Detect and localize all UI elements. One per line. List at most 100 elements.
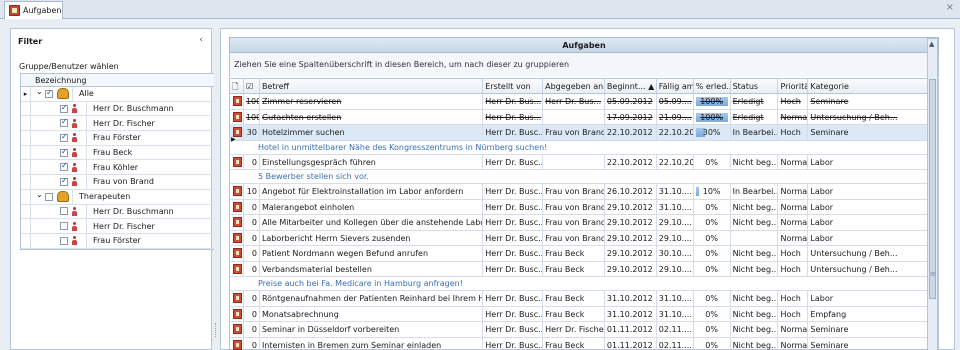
user-icon [72, 104, 77, 114]
task-type-cell [230, 337, 244, 350]
percent-cell: 0% [694, 199, 731, 214]
column-header[interactable]: Kategorie [808, 79, 939, 93]
start-date-cell: 05.09.2012 [605, 94, 657, 109]
filter-group[interactable]: ▸ ⌄ Alle [21, 87, 214, 102]
column-header[interactable]: ☑ [244, 79, 260, 93]
column-header[interactable]: 🗋 [230, 79, 244, 93]
percent-cell: 0% [694, 215, 731, 230]
start-date-cell: 26.10.2012 [605, 184, 657, 199]
percent-text: 100% [700, 112, 724, 122]
filter-checkbox[interactable] [60, 117, 68, 128]
filter-user[interactable]: Frau Köhler [21, 160, 214, 176]
table-row[interactable]: 100 Zimmer reservieren Herr Dr. Bus... Herr… [230, 94, 938, 110]
percent-text: 0% [705, 340, 718, 350]
percent-cell: 0% [694, 306, 731, 321]
row-indicator [21, 145, 31, 160]
filter-checkbox[interactable] [60, 132, 68, 142]
table-row[interactable]: 0 Alle Mitarbeiter und Kollegen über die … [230, 215, 938, 231]
table-row[interactable]: 0 Verbandsmaterial bestellen Herr Dr. Busc… [230, 261, 938, 277]
filter-checkbox[interactable] [45, 88, 53, 98]
filter-checkbox[interactable] [60, 176, 68, 186]
subject-cell: Angebot für Elektroinstallation im Labor… [260, 184, 484, 199]
tab-aufgaben[interactable]: Aufgaben [4, 1, 63, 19]
collapse-icon[interactable]: ‹ [199, 35, 203, 45]
due-date-cell: 22.10.2012 [657, 154, 694, 169]
task-icon [233, 308, 242, 319]
progress-number-cell: 0 [244, 322, 260, 337]
filter-item-label: Herr Dr. Fischer [86, 116, 155, 131]
filter-subtitle: Gruppe/Benutzer wählen [19, 62, 119, 71]
table-row[interactable]: 0 Monatsabrechnung Herr Dr. Busc... Frau Be… [230, 306, 938, 322]
vertical-scrollbar[interactable]: ▲ [927, 38, 938, 350]
close-icon[interactable]: × [946, 2, 954, 13]
filter-group[interactable]: ⌄ Therapeuten [21, 189, 214, 205]
filter-user[interactable]: Herr Dr. Buschmann [21, 204, 214, 220]
filter-user[interactable]: Frau Beck [21, 145, 214, 161]
expand-icon[interactable]: ⌄ [36, 190, 45, 199]
group-by-area[interactable]: Ziehen Sie eine Spaltenüberschrift in di… [229, 53, 939, 77]
created-by-cell: Herr Dr. Bus... [483, 94, 544, 109]
filter-item-label: Frau von Brand [86, 175, 154, 189]
filter-user[interactable]: Herr Dr. Buschmann [21, 101, 214, 117]
scroll-thumb[interactable] [929, 79, 936, 299]
filter-user[interactable]: Herr Dr. Fischer [21, 116, 214, 132]
table-row[interactable]: 0 Patient Nordmann wegen Befund anrufen He… [230, 246, 938, 262]
filter-checkbox[interactable] [60, 236, 68, 245]
user-icon [72, 221, 77, 231]
priority-cell: Normal [778, 109, 809, 124]
filter-user[interactable]: Frau von Brand [21, 175, 214, 190]
table-row[interactable]: 100 Gutachten erstellen Herr Dr. Bus... 17.… [230, 109, 938, 125]
splitter-handle[interactable] [215, 323, 217, 337]
status-cell: Nicht beg... [731, 291, 779, 306]
filter-checkbox[interactable] [45, 192, 53, 201]
category-cell: Untersuchung / Beh... [808, 246, 938, 261]
tab-label: Aufgaben [23, 6, 62, 15]
filter-checkbox[interactable] [60, 103, 68, 113]
filter-user[interactable]: Herr Dr. Fischer [21, 219, 214, 234]
column-header[interactable]: Status [731, 79, 779, 93]
column-header[interactable]: Priorität [778, 79, 809, 93]
column-header[interactable]: Erstellt von [483, 79, 544, 93]
filter-checkbox[interactable] [60, 161, 68, 172]
table-row[interactable]: 30 Hotelzimmer suchen Herr Dr. Busc... Frau… [230, 125, 938, 141]
task-icon [233, 201, 242, 212]
expand-icon[interactable]: ⌄ [36, 87, 45, 96]
task-type-cell [230, 184, 244, 199]
filter-column-header[interactable]: Bezeichnung [21, 74, 214, 87]
percent-text: 0% [705, 325, 718, 334]
filter-item-label: Frau Förster [86, 233, 141, 248]
percent-text: 0% [705, 294, 718, 303]
filter-checkbox[interactable] [60, 207, 68, 216]
column-header[interactable]: Fällig am [657, 79, 694, 93]
progress-number-cell: 0 [244, 291, 260, 306]
table-row[interactable]: 0 Malerangebot einholen Herr Dr. Busc... Fr… [230, 199, 938, 215]
start-date-cell: 22.10.2012 [605, 154, 657, 169]
filter-user[interactable]: Frau Förster [21, 131, 214, 146]
percent-cell: 100% [694, 94, 731, 109]
subject-cell: Einstellungsgespräch führen [260, 154, 484, 169]
scroll-up-icon[interactable]: ▲ [929, 40, 934, 48]
subject-cell: Monatsabrechnung [260, 306, 484, 321]
table-row[interactable]: 10 Angebot für Elektroinstallation im Lab… [230, 184, 938, 200]
column-header[interactable]: % erled... [694, 79, 731, 93]
column-header[interactable]: Betreff [260, 79, 484, 93]
table-row[interactable]: 0 Laborbericht Herrn Sievers zusenden Herr… [230, 230, 938, 246]
filter-checkbox[interactable] [60, 222, 68, 231]
filter-item-label: Frau Förster [86, 131, 141, 145]
table-row[interactable]: 0 Einstellungsgespräch führen Herr Dr. Bus… [230, 154, 938, 170]
task-icon [233, 111, 242, 122]
filter-checkbox[interactable] [60, 147, 68, 157]
column-header[interactable]: Beginnt... ▲ [605, 79, 657, 93]
due-date-cell: 31.10.... [657, 291, 694, 306]
percent-text: 0% [705, 157, 718, 167]
created-by-cell: Herr Dr. Busc... [483, 246, 544, 261]
table-row[interactable]: 0 Internisten in Bremen zum Seminar einla… [230, 337, 938, 350]
start-date-cell: 31.10.2012 [605, 291, 657, 306]
splitter-grip-icon[interactable]: ≡ [930, 270, 936, 278]
filter-user[interactable]: Frau Förster [21, 233, 214, 249]
column-header[interactable]: Abgegeben an [543, 79, 605, 93]
table-row[interactable]: 0 Röntgenaufnahmen der Patienten Reinhard… [230, 291, 938, 307]
row-indicator [21, 219, 31, 233]
row-indicator [21, 116, 31, 131]
table-row[interactable]: 0 Seminar in Düsseldorf vorbereiten Herr D… [230, 322, 938, 338]
